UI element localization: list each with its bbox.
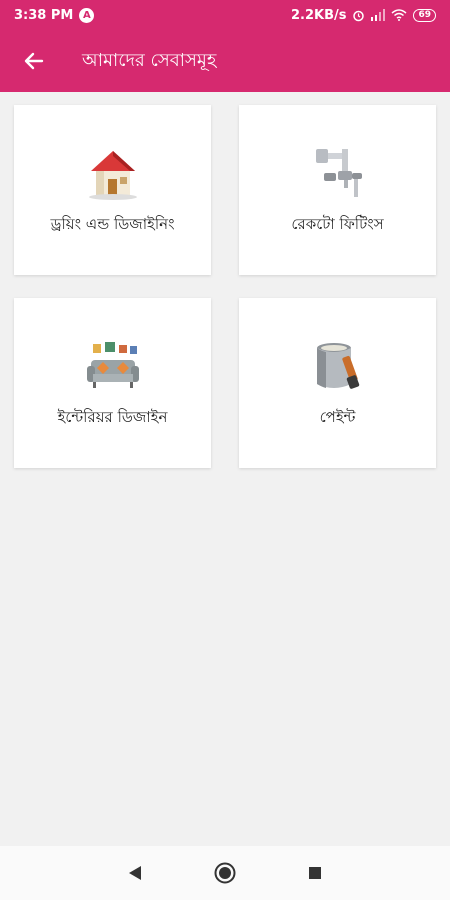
house-icon bbox=[88, 151, 137, 200]
notification-icon: A bbox=[79, 7, 95, 23]
wifi-icon bbox=[391, 9, 407, 21]
nav-back-button[interactable] bbox=[115, 853, 155, 893]
nav-recents-button[interactable] bbox=[295, 853, 335, 893]
service-label: ড্রয়িং এন্ড ডিজাইনিং bbox=[50, 215, 175, 233]
service-label: ইন্টেরিয়র ডিজাইন bbox=[57, 408, 168, 426]
service-label: রেকটো ফিটিংস bbox=[291, 215, 384, 233]
status-bar: 3:38 PM A 2.2KB/s 69 bbox=[0, 0, 450, 30]
nav-home-button[interactable] bbox=[205, 853, 245, 893]
status-left: 3:38 PM A bbox=[14, 7, 95, 23]
service-card-recto-fittings[interactable]: রেকটো ফিটিংস bbox=[239, 105, 436, 275]
signal-icon bbox=[371, 9, 386, 21]
faucet-icon bbox=[315, 149, 362, 197]
recents-square-icon bbox=[309, 867, 321, 879]
page-title: আমাদের সেবাসমূহ bbox=[82, 49, 217, 71]
paint-bucket-icon bbox=[316, 343, 359, 389]
home-circle-icon bbox=[214, 862, 236, 884]
service-label: পেইন্ট bbox=[319, 408, 356, 426]
service-card-paint[interactable]: পেইন্ট bbox=[239, 298, 436, 468]
app-bar: আমাদের সেবাসমূহ bbox=[0, 30, 450, 92]
service-card-drawing-designing[interactable]: ড্রয়িং এন্ড ডিজাইনিং bbox=[14, 105, 211, 275]
alarm-icon bbox=[353, 10, 365, 21]
status-time: 3:38 PM bbox=[14, 7, 74, 23]
back-triangle-icon bbox=[129, 866, 141, 880]
battery-icon: 69 bbox=[413, 8, 436, 22]
arrow-left-icon bbox=[24, 52, 44, 70]
system-nav-bar bbox=[0, 846, 450, 900]
sofa-icon bbox=[86, 342, 139, 388]
back-button[interactable] bbox=[12, 39, 56, 83]
service-card-interior-design[interactable]: ইন্টেরিয়র ডিজাইন bbox=[14, 298, 211, 468]
network-speed: 2.2KB/s bbox=[290, 7, 347, 23]
status-right: 2.2KB/s 69 bbox=[291, 8, 436, 23]
services-grid: ড্রয়িং এন্ড ডিজাইনিং রেকটো ফিটিংস ইন্টে… bbox=[0, 92, 450, 846]
